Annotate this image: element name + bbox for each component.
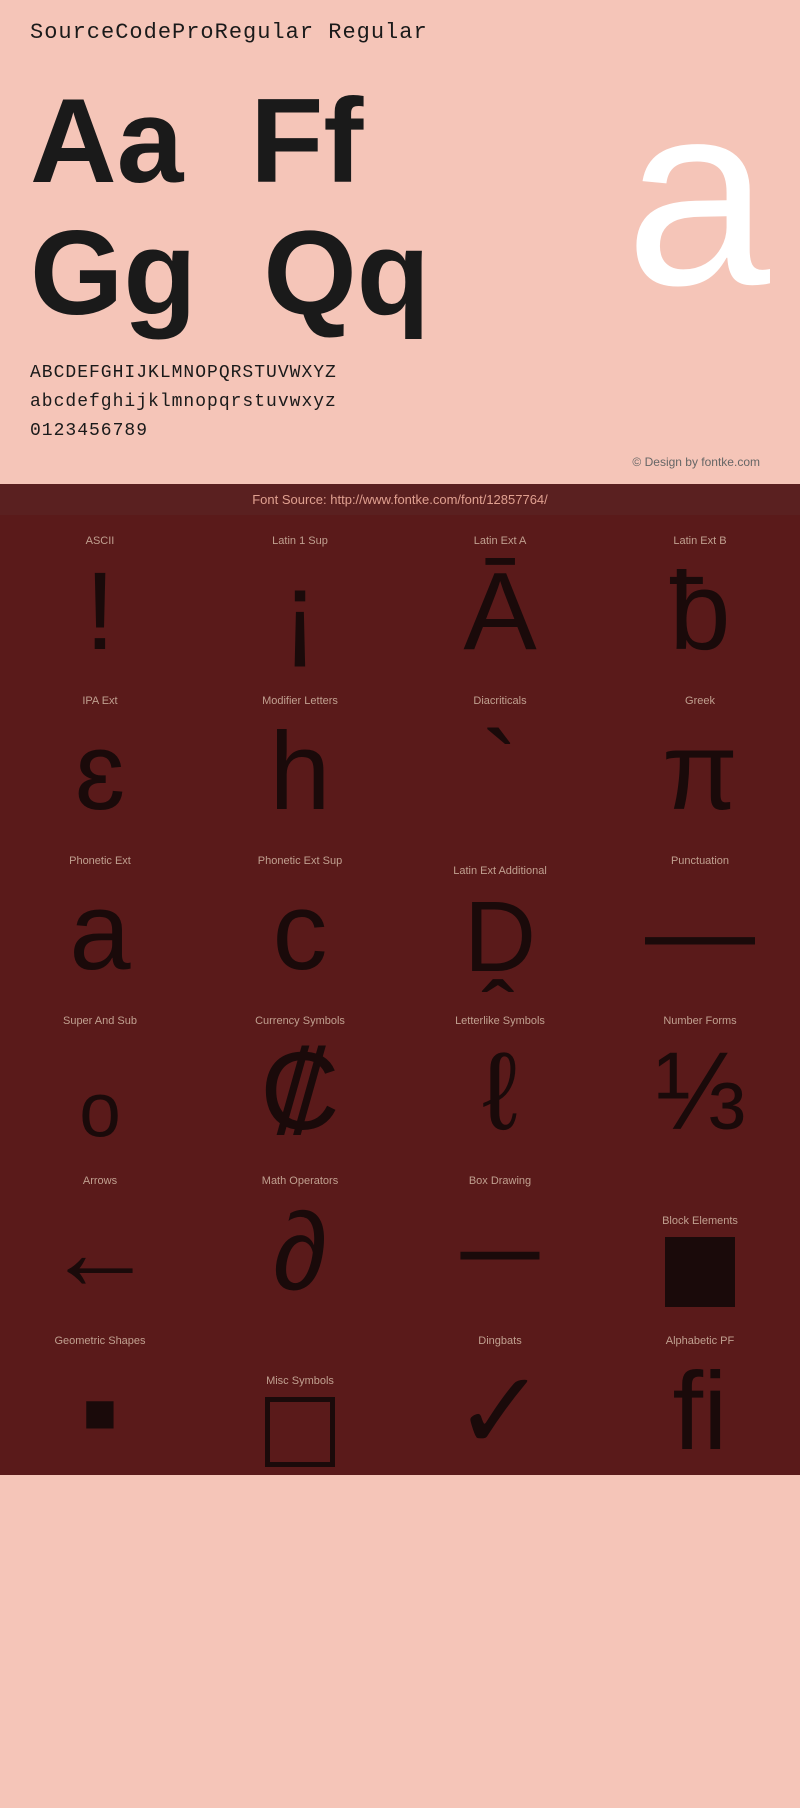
glyph-char-latinexta: Ā bbox=[463, 557, 536, 667]
glyph-char-phoneticext: a bbox=[69, 877, 130, 987]
glyph-char-ipaext: ɛ bbox=[75, 717, 125, 827]
glyph-cell-latin1sup: Latin 1 Sup ¡ bbox=[200, 515, 400, 675]
glyph-cell-modifierletters: Modifier Letters h bbox=[200, 675, 400, 835]
glyph-label-boxdrawing: Box Drawing bbox=[469, 1175, 531, 1187]
font-source: Font Source: http://www.fontke.com/font/… bbox=[0, 484, 800, 515]
glyph-label-latinexta: Latin Ext A bbox=[474, 535, 527, 547]
glyph-char-geometricshapes: ▪ bbox=[81, 1357, 120, 1467]
glyph-cell-latinextb: Latin Ext B ƀ bbox=[600, 515, 800, 675]
glyph-cell-punctuation: Punctuation — bbox=[600, 835, 800, 995]
glyph-cell-phoneticextsup: Phonetic Ext Sup c bbox=[200, 835, 400, 995]
glyph-char-mathoperators: ∂ bbox=[273, 1197, 327, 1307]
glyph-char-punctuation: — bbox=[645, 877, 755, 987]
glyph-cell-geometricshapes: Geometric Shapes ▪ bbox=[0, 1315, 200, 1475]
glyph-grid: ASCII ! Latin 1 Sup ¡ Latin Ext A Ā Lati… bbox=[0, 515, 800, 1475]
glyph-char-alphabeticpf: ﬁ bbox=[673, 1357, 728, 1467]
glyph-label-latinextadd: Latin Ext Additional bbox=[453, 865, 547, 877]
glyph-label-punctuation: Punctuation bbox=[671, 855, 729, 867]
glyph-cell-dingbats: Dingbats ✓ bbox=[400, 1315, 600, 1475]
glyph-label-latinextb: Latin Ext B bbox=[673, 535, 726, 547]
glyph-char-greek: π bbox=[662, 717, 738, 827]
glyph-cell-alphabeticpf: Alphabetic PF ﬁ bbox=[600, 1315, 800, 1475]
glyph-char-superandsub: ₒ bbox=[79, 1037, 121, 1147]
glyph-cell-ascii: ASCII ! bbox=[0, 515, 200, 675]
glyph-label-letterlike: Letterlike Symbols bbox=[455, 1015, 545, 1027]
glyph-cell-superandsub: Super And Sub ₒ bbox=[0, 995, 200, 1155]
digits: 0123456789 bbox=[30, 417, 770, 446]
glyph-cell-boxdrawing: Box Drawing ─ bbox=[400, 1155, 600, 1315]
glyph-cell-letterlike: Letterlike Symbols ℓ bbox=[400, 995, 600, 1155]
glyph-char-boxdrawing: ─ bbox=[461, 1197, 539, 1307]
glyph-char-miscsymbols bbox=[265, 1397, 335, 1467]
glyph-label-modifierletters: Modifier Letters bbox=[262, 695, 338, 707]
glyph-cell-arrows: Arrows ← bbox=[0, 1155, 200, 1315]
glyph-label-arrows: Arrows bbox=[83, 1175, 117, 1187]
glyph-label-ascii: ASCII bbox=[86, 535, 115, 547]
glyph-cell-ipaext: IPA Ext ɛ bbox=[0, 675, 200, 835]
glyph-char-ascii: ! bbox=[85, 557, 116, 667]
glyph-label-dingbats: Dingbats bbox=[478, 1335, 521, 1347]
glyph-char-numberforms: ⅓ bbox=[654, 1037, 746, 1147]
glyph-cell-latinextadd: Latin Ext Additional Ḓ bbox=[400, 835, 600, 995]
glyph-cell-numberforms: Number Forms ⅓ bbox=[600, 995, 800, 1155]
glyph-label-ipaext: IPA Ext bbox=[82, 695, 117, 707]
glyph-label-mathoperators: Math Operators bbox=[262, 1175, 338, 1187]
glyph-label-numberforms: Number Forms bbox=[663, 1015, 736, 1027]
glyph-char-latin1sup: ¡ bbox=[282, 557, 319, 667]
preview-char-gg: Gg Qq bbox=[30, 207, 430, 339]
glyph-label-miscsymbols: Misc Symbols bbox=[266, 1375, 334, 1387]
glyph-cell-blockelements: Block Elements bbox=[600, 1155, 800, 1315]
top-section: SourceCodeProRegular Regular Aa Ff Gg Qq… bbox=[0, 0, 800, 484]
glyph-label-blockelements: Block Elements bbox=[662, 1215, 738, 1227]
glyph-label-greek: Greek bbox=[685, 695, 715, 707]
glyph-char-arrows: ← bbox=[45, 1197, 155, 1307]
glyph-label-phoneticextsup: Phonetic Ext Sup bbox=[258, 855, 342, 867]
glyph-char-latinextb: ƀ bbox=[669, 557, 730, 667]
preview-area: Aa Ff Gg Qq a bbox=[30, 65, 770, 349]
glyph-cell-diacriticals: Diacriticals ` bbox=[400, 675, 600, 835]
glyph-cell-miscsymbols: Misc Symbols bbox=[200, 1315, 400, 1475]
glyph-label-phoneticext: Phonetic Ext bbox=[69, 855, 131, 867]
alphabet-section: ABCDEFGHIJKLMNOPQRSTUVWXYZ abcdefghijklm… bbox=[30, 359, 770, 450]
glyph-char-phoneticextsup: c bbox=[273, 877, 328, 987]
glyph-label-currencysymbols: Currency Symbols bbox=[255, 1015, 345, 1027]
font-title: SourceCodeProRegular Regular bbox=[30, 20, 770, 45]
preview-char-aa: Aa Ff bbox=[30, 75, 363, 207]
glyph-label-superandsub: Super And Sub bbox=[63, 1015, 137, 1027]
glyph-char-blockelements bbox=[665, 1237, 735, 1307]
glyph-char-diacriticals: ` bbox=[482, 717, 519, 827]
glyph-cell-phoneticext: Phonetic Ext a bbox=[0, 835, 200, 995]
glyphs-section: ASCII ! Latin 1 Sup ¡ Latin Ext A Ā Lati… bbox=[0, 515, 800, 1475]
glyph-char-modifierletters: h bbox=[269, 717, 330, 827]
glyph-cell-greek: Greek π bbox=[600, 675, 800, 835]
alphabet-upper: ABCDEFGHIJKLMNOPQRSTUVWXYZ bbox=[30, 359, 770, 388]
preview-char-big: a bbox=[625, 65, 770, 325]
glyph-label-diacriticals: Diacriticals bbox=[473, 695, 526, 707]
glyph-label-geometricshapes: Geometric Shapes bbox=[54, 1335, 145, 1347]
glyph-char-letterlike: ℓ bbox=[482, 1037, 518, 1147]
copyright: © Design by fontke.com bbox=[30, 450, 770, 474]
glyph-cell-currencysymbols: Currency Symbols ₡ bbox=[200, 995, 400, 1155]
glyph-cell-latinexta: Latin Ext A Ā bbox=[400, 515, 600, 675]
glyph-char-currencysymbols: ₡ bbox=[260, 1037, 339, 1147]
glyph-char-latinextadd: Ḓ bbox=[464, 887, 536, 987]
glyph-cell-mathoperators: Math Operators ∂ bbox=[200, 1155, 400, 1315]
alphabet-lower: abcdefghijklmnopqrstuvwxyz bbox=[30, 388, 770, 417]
glyph-label-alphabeticpf: Alphabetic PF bbox=[666, 1335, 734, 1347]
glyph-char-dingbats: ✓ bbox=[454, 1357, 546, 1467]
glyph-label-latin1sup: Latin 1 Sup bbox=[272, 535, 328, 547]
